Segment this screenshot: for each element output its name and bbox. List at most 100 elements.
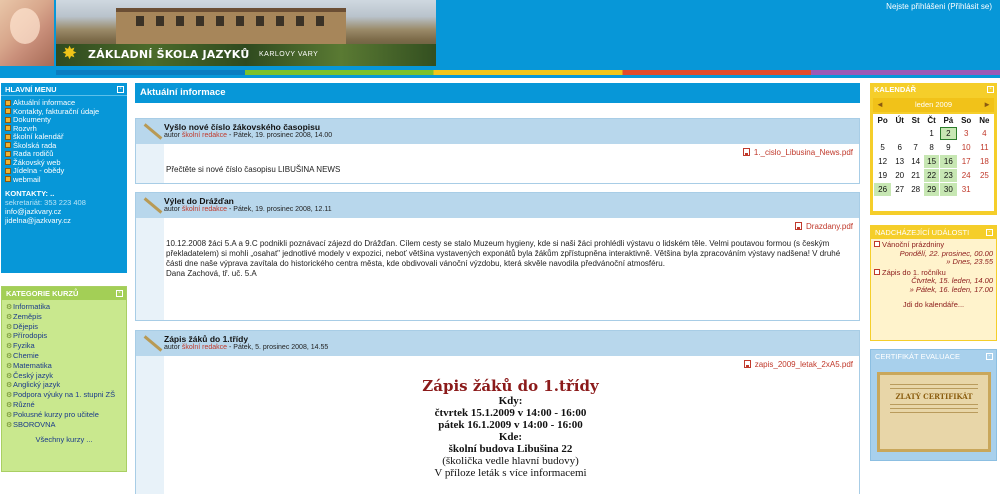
calendar-day[interactable]: 24 bbox=[958, 169, 975, 182]
attachment-link[interactable]: zapis_2009_letak_2xA5.pdf bbox=[166, 360, 855, 369]
pencil-icon bbox=[140, 334, 160, 354]
event-calendar-icon bbox=[874, 268, 880, 275]
header-photo-child bbox=[0, 0, 54, 66]
event-calendar-icon bbox=[874, 241, 880, 247]
calendar-block: KALENDÁŘ - ◄ leden 2009 ► Po Út St Čt Pá So Ne… bbox=[870, 83, 997, 215]
weekday-label: Po bbox=[877, 116, 888, 125]
courses-title: KATEGORIE KURZŮ bbox=[6, 289, 79, 298]
calendar-day[interactable]: 14 bbox=[908, 155, 923, 168]
calendar-day[interactable]: 6 bbox=[892, 141, 907, 154]
course-label: Český jazyk bbox=[13, 370, 54, 380]
enrollment-where-label: Kde: bbox=[498, 431, 523, 443]
course-category-icon: ⚙ bbox=[6, 323, 13, 331]
calendar-day[interactable]: 22 bbox=[924, 169, 940, 182]
collapse-icon[interactable]: - bbox=[986, 229, 993, 236]
calendar-day[interactable]: 19 bbox=[874, 169, 891, 182]
calendar-day[interactable]: 23 bbox=[940, 169, 957, 182]
calendar-day[interactable]: 27 bbox=[892, 183, 907, 196]
event-title[interactable]: Vánoční prázdniny bbox=[882, 240, 944, 249]
calendar-day[interactable]: 30 bbox=[940, 183, 957, 196]
enrollment-location-note: (školička vedle hlavní budovy) bbox=[442, 455, 579, 467]
calendar-day[interactable]: 20 bbox=[892, 169, 907, 182]
news-post: Výlet do Drážďan autor školní redakce - … bbox=[135, 192, 860, 321]
contacts-heading[interactable]: KONTAKTY: .. bbox=[5, 189, 123, 198]
course-label: Pokusné kurzy pro učitele bbox=[13, 409, 99, 419]
post-left-rail bbox=[136, 218, 164, 320]
post-author-link[interactable]: školní redakce bbox=[182, 206, 227, 213]
calendar-day[interactable]: 3 bbox=[958, 127, 975, 140]
calendar-day[interactable]: 8 bbox=[924, 141, 939, 154]
prev-month-icon[interactable]: ◄ bbox=[876, 98, 884, 112]
pdf-icon bbox=[743, 360, 751, 368]
main-menu-block: HLAVNÍ MENU - Aktuální informace Kontakt… bbox=[1, 83, 127, 273]
calendar-day[interactable]: 5 bbox=[874, 141, 891, 154]
pencil-icon bbox=[140, 196, 160, 216]
certificate-image-title: ZLATÝ CERTIFIKÁT bbox=[895, 392, 973, 401]
calendar-day[interactable]: 29 bbox=[924, 183, 940, 196]
collapse-icon[interactable]: - bbox=[116, 290, 123, 297]
calendar-day[interactable]: 21 bbox=[908, 169, 923, 182]
calendar-day[interactable]: 25 bbox=[976, 169, 993, 182]
calendar-day[interactable]: 2 bbox=[940, 127, 957, 140]
login-link[interactable]: Nejste přihlášeni (Přihlásit se) bbox=[886, 2, 992, 11]
next-month-icon[interactable]: ► bbox=[983, 98, 991, 112]
calendar-day[interactable]: 7 bbox=[908, 141, 923, 154]
calendar-day[interactable]: 12 bbox=[874, 155, 891, 168]
attachment-link[interactable]: 1._cislo_Libusina_News.pdf bbox=[166, 148, 855, 157]
contacts-email-info[interactable]: info@jazkvary.cz bbox=[5, 207, 123, 216]
course-category-icon: ⚙ bbox=[6, 401, 13, 409]
calendar-day[interactable]: 13 bbox=[892, 155, 907, 168]
event-to: » Dnes, 23.55 bbox=[946, 257, 993, 266]
calendar-month[interactable]: leden 2009 bbox=[915, 100, 952, 109]
post-author-link[interactable]: školní redakce bbox=[182, 344, 227, 351]
course-label: Různé bbox=[13, 399, 35, 409]
course-label: Dějepis bbox=[13, 321, 39, 331]
calendar-day[interactable]: 16 bbox=[940, 155, 957, 168]
calendar-table: Po Út St Čt Pá So Ne 1 2 3 4 5 6 7 8 9 10 11 12 13 14 15 16 17… bbox=[873, 114, 994, 197]
contacts-email-jidelna[interactable]: jidelna@jazkvary.cz bbox=[5, 216, 123, 225]
calendar-day[interactable]: 10 bbox=[958, 141, 975, 154]
all-courses-link[interactable]: Všechny kurzy ... bbox=[2, 435, 126, 444]
course-category-icon: ⚙ bbox=[6, 411, 13, 419]
course-label: Přírodopis bbox=[13, 331, 48, 341]
post-title: Zápis žáků do 1.třídy bbox=[164, 334, 249, 344]
logo-star-icon: ✸ bbox=[62, 43, 78, 63]
course-category-icon: ⚙ bbox=[6, 362, 13, 370]
page-icon bbox=[5, 142, 11, 148]
calendar-day[interactable]: 26 bbox=[874, 183, 892, 196]
attachment-label: zapis_2009_letak_2xA5.pdf bbox=[754, 360, 853, 369]
page-icon bbox=[5, 150, 11, 157]
collapse-icon[interactable]: - bbox=[986, 353, 993, 360]
calendar-day[interactable]: 18 bbox=[976, 155, 993, 168]
go-to-calendar-link[interactable]: Jdi do kalendáře... bbox=[871, 300, 996, 309]
post-left-rail bbox=[136, 144, 164, 183]
collapse-icon[interactable]: - bbox=[987, 86, 994, 93]
calendar-day[interactable]: 31 bbox=[958, 183, 975, 196]
events-header: NADCHÁZEJÍCÍ UDÁLOSTI - bbox=[871, 226, 996, 239]
calendar-day[interactable]: 15 bbox=[924, 155, 940, 168]
collapse-icon[interactable]: - bbox=[117, 86, 124, 93]
course-category-icon: ⚙ bbox=[6, 372, 13, 380]
post-signature: Dana Zachová, tř. uč. 5.A bbox=[166, 269, 257, 278]
calendar-day[interactable]: 17 bbox=[958, 155, 975, 168]
pdf-icon bbox=[795, 222, 802, 230]
main-menu-title: HLAVNÍ MENU bbox=[5, 85, 57, 94]
course-label: Chemie bbox=[13, 350, 39, 360]
post-author-link[interactable]: školní redakce bbox=[182, 132, 227, 139]
calendar-day[interactable]: 11 bbox=[976, 141, 993, 154]
attachment-link[interactable]: Drazdany.pdf bbox=[166, 222, 855, 231]
calendar-day[interactable]: 9 bbox=[940, 141, 956, 154]
course-label: Anglický jazyk bbox=[13, 380, 61, 390]
calendar-day[interactable]: 4 bbox=[976, 127, 993, 140]
school-logo[interactable]: ✸ ZÁKLADNÍ ŠKOLA JAZYKŮ KARLOVY VARY bbox=[62, 44, 402, 64]
certificate-image[interactable]: ZLATÝ CERTIFIKÁT bbox=[877, 372, 991, 452]
calendar-day[interactable]: 1 bbox=[924, 127, 939, 140]
event-item[interactable]: Zápis do 1. ročníku Čtvrtek, 15. leden, … bbox=[871, 267, 996, 295]
course-item[interactable]: ⚙SBOROVNA bbox=[6, 420, 122, 431]
mail-icon bbox=[5, 176, 11, 182]
menu-item-webmail[interactable]: webmail bbox=[5, 175, 123, 185]
calendar-day[interactable]: 28 bbox=[908, 183, 923, 196]
course-category-icon: ⚙ bbox=[6, 421, 13, 429]
course-category-icon: ⚙ bbox=[6, 392, 13, 400]
event-item[interactable]: Vánoční prázdniny Pondělí, 22. prosinec,… bbox=[871, 239, 996, 267]
